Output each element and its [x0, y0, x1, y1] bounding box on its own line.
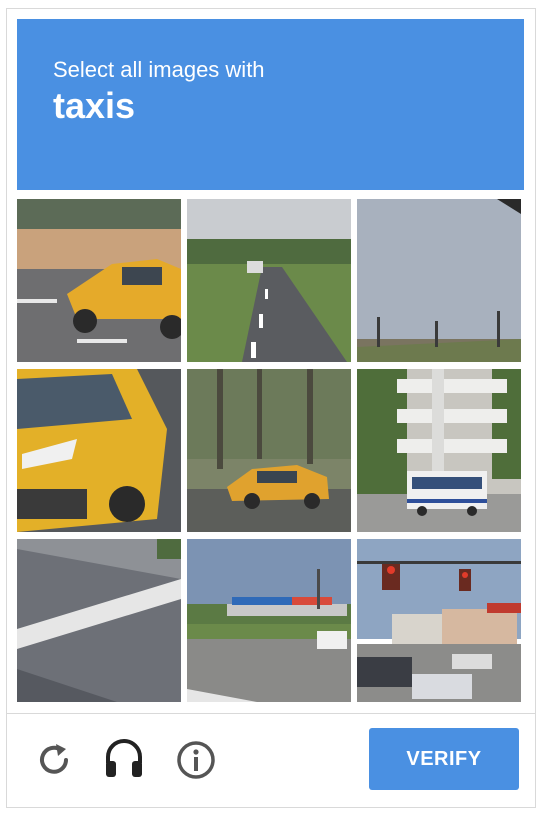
image-tile-7[interactable] [17, 539, 181, 702]
challenge-header: Select all images with taxis [17, 19, 524, 190]
headphones-icon[interactable] [104, 737, 144, 784]
image-tile-4[interactable] [17, 369, 181, 532]
image-tile-5[interactable] [187, 369, 351, 532]
image-tile-8[interactable] [187, 539, 351, 702]
instruction-text: Select all images with [53, 57, 265, 82]
image-tile-1[interactable] [17, 199, 181, 362]
target-keyword: taxis [53, 85, 136, 126]
info-icon[interactable] [176, 740, 216, 785]
image-grid [17, 199, 523, 702]
image-tile-3[interactable] [357, 199, 521, 362]
reload-icon[interactable] [36, 741, 72, 784]
image-tile-6[interactable] [357, 369, 521, 532]
verify-button[interactable]: VERIFY [369, 728, 519, 790]
image-tile-2[interactable] [187, 199, 351, 362]
image-tile-9[interactable] [357, 539, 521, 702]
